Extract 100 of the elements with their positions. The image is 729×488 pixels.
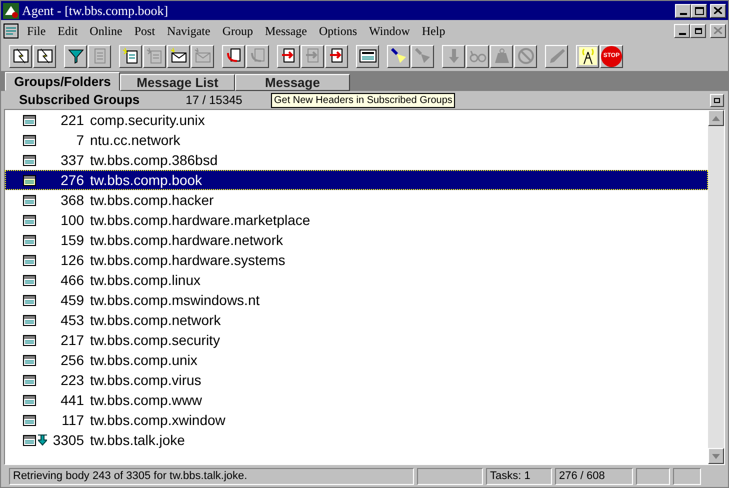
envelope-icon xyxy=(194,47,212,65)
minimize-button[interactable] xyxy=(675,4,691,18)
forward-page-icon xyxy=(328,47,346,65)
group-row[interactable]: 441 tw.bbs.comp.www xyxy=(5,390,708,410)
status-pane xyxy=(636,468,670,484)
menu-item[interactable]: Window xyxy=(365,22,414,40)
group-row[interactable]: 453 tw.bbs.comp.network xyxy=(5,310,708,330)
new-page-icon xyxy=(146,47,164,65)
article-count: 276 xyxy=(60,170,84,190)
group-name: comp.security.unix xyxy=(90,110,205,130)
toolbar-button[interactable] xyxy=(33,44,56,68)
newsgroup-icon xyxy=(23,434,36,446)
tab[interactable]: Groups/Folders xyxy=(5,72,120,91)
newsgroup-icon xyxy=(23,334,36,346)
menu-item[interactable]: Online xyxy=(86,22,126,40)
newsgroup-icon xyxy=(23,174,36,186)
article-count: 3305 xyxy=(52,430,84,450)
newsgroup-icon xyxy=(23,274,36,286)
article-count: 159 xyxy=(60,230,84,250)
group-row[interactable]: 117 tw.bbs.comp.xwindow xyxy=(5,410,708,430)
toolbar-button[interactable] xyxy=(9,44,32,68)
envelope-icon xyxy=(170,47,188,65)
flashlight-icon xyxy=(390,47,408,65)
tooltip: Get New Headers in Subscribed Groups xyxy=(271,93,456,108)
toolbar-button[interactable] xyxy=(222,44,245,68)
newsgroup-icon xyxy=(23,414,36,426)
group-row[interactable]: 126 tw.bbs.comp.hardware.systems xyxy=(5,250,708,270)
article-count: 221 xyxy=(60,110,84,130)
scrollbar[interactable] xyxy=(708,110,724,464)
down-arrow-icon xyxy=(712,454,720,458)
reply-page-icon xyxy=(248,47,266,65)
menu-item[interactable]: Message xyxy=(261,22,312,40)
group-row[interactable]: 368 tw.bbs.comp.hacker xyxy=(5,190,708,210)
group-row[interactable]: 459 tw.bbs.comp.mswindows.nt xyxy=(5,290,708,310)
group-row[interactable]: 159 tw.bbs.comp.hardware.network xyxy=(5,230,708,250)
group-row[interactable]: 217 tw.bbs.comp.security xyxy=(5,330,708,350)
group-count: 17 / 15345 xyxy=(186,92,242,109)
newsgroup-icon xyxy=(23,394,36,406)
status-pane xyxy=(417,468,483,484)
lightning-icon xyxy=(36,47,54,65)
article-count: 256 xyxy=(60,350,84,370)
article-count: 217 xyxy=(60,330,84,350)
article-count: 453 xyxy=(60,310,84,330)
group-row[interactable]: 221 comp.security.unix xyxy=(5,110,708,130)
group-row[interactable]: 256 tw.bbs.comp.unix xyxy=(5,350,708,370)
toolbar-button[interactable] xyxy=(387,44,410,68)
newsgroup-icon xyxy=(23,374,36,386)
forward-page-icon xyxy=(304,47,322,65)
message-position: 276 / 608 xyxy=(555,468,633,484)
group-name: tw.bbs.comp.mswindows.nt xyxy=(90,290,260,310)
close-button[interactable] xyxy=(710,4,726,18)
restore-button[interactable] xyxy=(690,24,706,38)
group-row[interactable]: 3305 tw.bbs.talk.joke xyxy=(5,430,708,450)
menu-item[interactable]: Options xyxy=(315,22,362,40)
group-row[interactable]: 223 tw.bbs.comp.virus xyxy=(5,370,708,390)
group-row[interactable]: 7 ntu.cc.network xyxy=(5,130,708,150)
antenna-icon xyxy=(578,47,596,65)
group-name: tw.bbs.comp.security xyxy=(90,330,220,350)
group-row[interactable]: 276 tw.bbs.comp.book xyxy=(5,170,708,190)
close-icon xyxy=(714,27,722,34)
article-count: 459 xyxy=(60,290,84,310)
group-name: tw.bbs.comp.hardware.systems xyxy=(90,250,286,270)
newsgroup-icon xyxy=(23,214,36,226)
toolbar-button[interactable] xyxy=(325,44,348,68)
menu-item[interactable]: Help xyxy=(418,22,450,40)
group-name: tw.bbs.comp.hacker xyxy=(90,190,214,210)
newsgroup-icon xyxy=(23,354,36,366)
newsgroup-icon xyxy=(23,194,36,206)
toolbar-button[interactable] xyxy=(167,44,190,68)
group-row[interactable]: 466 tw.bbs.comp.linux xyxy=(5,270,708,290)
group-name: tw.bbs.comp.network xyxy=(90,310,221,330)
reply-page-icon xyxy=(224,47,242,65)
toolbar-button[interactable] xyxy=(576,44,599,68)
toolbar-button[interactable] xyxy=(277,44,300,68)
toolbar-button[interactable] xyxy=(119,44,142,68)
restore-button[interactable] xyxy=(710,94,724,106)
app-icon xyxy=(3,2,19,18)
article-count: 223 xyxy=(60,370,84,390)
menu-item[interactable]: Post xyxy=(130,22,160,40)
menu-item[interactable]: File xyxy=(23,22,50,40)
toolbar-button[interactable] xyxy=(64,44,87,68)
menu-item[interactable]: Group xyxy=(218,22,258,40)
maximize-button[interactable] xyxy=(691,4,707,18)
menu-item[interactable]: Navigate xyxy=(163,22,214,40)
minimize-button[interactable] xyxy=(674,24,690,38)
article-count: 126 xyxy=(60,250,84,270)
group-row[interactable]: 337 tw.bbs.comp.386bsd xyxy=(5,150,708,170)
close-button[interactable] xyxy=(710,24,726,38)
article-count: 466 xyxy=(60,270,84,290)
article-count: 7 xyxy=(75,130,84,150)
tab[interactable]: Message List xyxy=(120,74,235,91)
menu-item[interactable]: Edit xyxy=(54,22,82,40)
tab[interactable]: Message xyxy=(235,74,350,91)
article-count: 441 xyxy=(60,390,84,410)
article-count: 337 xyxy=(60,150,84,170)
close-icon xyxy=(714,7,722,14)
funnel-icon xyxy=(66,47,84,65)
toolbar-button[interactable] xyxy=(356,44,379,68)
task-count: Tasks: 1 xyxy=(486,468,552,484)
group-row[interactable]: 100 tw.bbs.comp.hardware.marketplace xyxy=(5,210,708,230)
